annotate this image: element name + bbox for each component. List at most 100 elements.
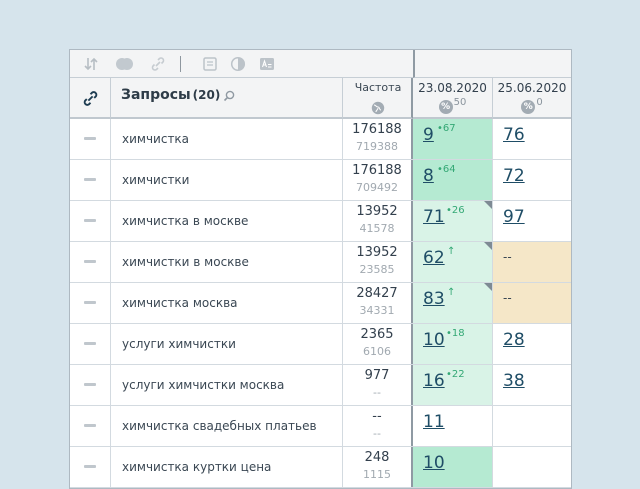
query-text: химчистка москва: [122, 296, 238, 310]
percent-icon: %: [438, 100, 453, 114]
note-corner-marker[interactable]: [484, 283, 492, 291]
remove-dash-icon[interactable]: [84, 260, 96, 263]
frequency-value: 176188: [352, 122, 402, 137]
query-text: химчистка свадебных платьев: [122, 419, 317, 433]
toolbar-divider: [180, 56, 181, 72]
table-row: услуги химчистки 2365 6106 10 •18 28: [70, 324, 571, 365]
frequency-value: 28427: [356, 286, 398, 301]
position-delta: •64: [437, 164, 456, 175]
frequency-cell: 28427 34331: [343, 283, 413, 323]
row-action-cell: [70, 201, 111, 241]
remove-dash-icon[interactable]: [84, 137, 96, 140]
position-link[interactable]: 10: [423, 330, 445, 350]
position-link[interactable]: 16: [423, 371, 445, 391]
positions-table: Запросы (20) Частота 23.08.2020 % 50 25.06…: [69, 49, 572, 489]
row-action-cell: [70, 242, 111, 282]
query-cell: химчистка в москве: [111, 201, 343, 241]
position-link[interactable]: 76: [503, 125, 525, 145]
frequency-sub-value: 6106: [363, 345, 391, 358]
query-cell: химчистки: [111, 160, 343, 200]
position-cell-date-2: 76: [493, 119, 571, 159]
remove-dash-icon[interactable]: [84, 342, 96, 345]
search-icon[interactable]: [223, 87, 235, 106]
position-missing: --: [503, 291, 512, 305]
note-corner-marker[interactable]: [484, 242, 492, 250]
frequency-cell: 13952 41578: [343, 201, 413, 241]
remove-dash-icon[interactable]: [84, 219, 96, 222]
frequency-value: 2365: [360, 327, 394, 342]
query-cell: услуги химчистки: [111, 324, 343, 364]
remove-dash-icon[interactable]: [84, 301, 96, 304]
frequency-sub-value: 1115: [363, 468, 391, 481]
row-action-cell: [70, 160, 111, 200]
position-cell-date-2: [493, 406, 571, 446]
position-link[interactable]: 28: [503, 330, 525, 350]
frequency-title: Частота: [354, 81, 402, 94]
position-link[interactable]: 8: [423, 166, 434, 186]
remove-dash-icon[interactable]: [84, 383, 96, 386]
header-date-2[interactable]: 25.06.2020 % 0: [493, 78, 571, 119]
position-link[interactable]: 10: [423, 453, 445, 473]
note-corner-marker[interactable]: [484, 201, 492, 209]
frequency-cell: 13952 23585: [343, 242, 413, 282]
position-link[interactable]: 83: [423, 289, 445, 309]
position-cell-date-1: 16 •22: [413, 365, 493, 405]
frequency-value: 13952: [356, 204, 398, 219]
frequency-cell: 176188 719388: [343, 119, 413, 159]
queries-count: (20): [192, 88, 221, 102]
frequency-cell: 977 --: [343, 365, 413, 405]
query-text: химчистка куртки цена: [122, 460, 272, 474]
position-delta: ↑: [447, 287, 456, 298]
header-frequency[interactable]: Частота: [343, 78, 413, 119]
position-link[interactable]: 11: [423, 412, 445, 432]
date-2-label: 25.06.2020: [497, 81, 567, 95]
position-link[interactable]: 9: [423, 125, 434, 145]
position-cell-date-2: 28: [493, 324, 571, 364]
position-cell-date-1: 9 •67: [413, 119, 493, 159]
header-date-1[interactable]: 23.08.2020 % 50: [413, 78, 493, 119]
link-icon[interactable]: [150, 56, 166, 72]
document-icon[interactable]: [202, 56, 218, 72]
query-text: услуги химчистки: [122, 337, 236, 351]
frequency-cell: 2365 6106: [343, 324, 413, 364]
table-row: химчистка москва 28427 34331 83 ↑ --: [70, 283, 571, 324]
position-link[interactable]: 72: [503, 166, 525, 186]
text-format-icon[interactable]: [259, 56, 275, 72]
query-text: услуги химчистки москва: [122, 378, 285, 392]
position-missing: --: [503, 250, 512, 264]
position-link[interactable]: 62: [423, 248, 445, 268]
row-action-cell: [70, 406, 111, 446]
header-queries[interactable]: Запросы (20): [111, 78, 343, 119]
frequency-sub-value: 719388: [356, 140, 398, 153]
position-cell-date-2: 97: [493, 201, 571, 241]
position-link[interactable]: 71: [423, 207, 445, 227]
position-cell-date-1: 62 ↑: [413, 242, 493, 282]
position-cell-date-2: --: [493, 242, 571, 282]
remove-dash-icon[interactable]: [84, 465, 96, 468]
sort-icon[interactable]: [83, 56, 99, 72]
date-1-visibility: % 50: [413, 97, 492, 114]
query-cell: химчистки в москве: [111, 242, 343, 282]
table-row: услуги химчистки москва 977 -- 16 •22 38: [70, 365, 571, 406]
row-action-cell: [70, 283, 111, 323]
frequency-value: --: [372, 409, 382, 424]
frequency-sub-value: 709492: [356, 181, 398, 194]
toolbar-dates-area: [413, 50, 571, 78]
row-action-cell: [70, 324, 111, 364]
chain-link-icon[interactable]: [82, 90, 99, 111]
position-cell-date-1: 10 •18: [413, 324, 493, 364]
remove-dash-icon[interactable]: [84, 424, 96, 427]
query-cell: химчистка: [111, 119, 343, 159]
toggle-circles-icon[interactable]: [115, 56, 133, 72]
position-link[interactable]: 97: [503, 207, 525, 227]
position-link[interactable]: 38: [503, 371, 525, 391]
table-body: химчистка 176188 719388 9 •67 76 химчистки…: [70, 119, 571, 488]
remove-dash-icon[interactable]: [84, 178, 96, 181]
frequency-sub-value: 23585: [359, 263, 395, 276]
contrast-icon[interactable]: [230, 56, 246, 72]
query-text: химчистка: [122, 132, 190, 146]
position-cell-date-2: --: [493, 283, 571, 323]
row-action-cell: [70, 447, 111, 487]
table-row: химчистка в москве 13952 41578 71 •26 97: [70, 201, 571, 242]
query-text: химчистки: [122, 173, 190, 187]
